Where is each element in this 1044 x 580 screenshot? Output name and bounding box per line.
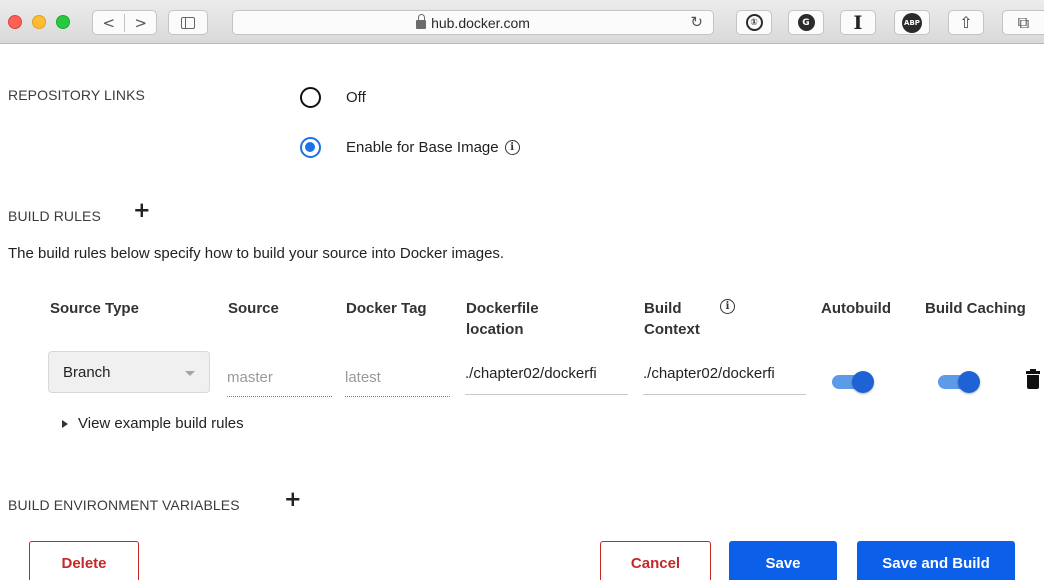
sidebar-icon [181,16,195,29]
source-input[interactable]: master [227,363,332,397]
zoom-window-button[interactable] [56,15,70,29]
source-type-value: Branch [63,364,111,381]
cancel-button[interactable]: Cancel [600,541,711,580]
column-header-build-context: Build Context [644,300,700,338]
instapaper-extension-button[interactable]: I [840,10,876,35]
lock-icon [416,13,427,29]
view-example-build-rules-label: View example build rules [78,415,244,432]
column-header-docker-tag: Docker Tag [346,300,427,317]
adblock-plus-icon: ABP [902,12,922,33]
adblock-plus-extension-button[interactable]: ABP [894,10,930,35]
column-header-dockerfile-location: Dockerfile location [466,300,539,338]
close-window-button[interactable] [8,15,22,29]
view-example-build-rules-toggle[interactable]: View example build rules [62,415,244,432]
radio-option-off[interactable]: Off [300,87,366,108]
enable-base-image-radio-label: Enable for Base Image [346,139,499,156]
column-header-source: Source [228,300,279,317]
address-bar[interactable]: hub.docker.com ↻ [232,10,714,35]
build-rules-description: The build rules below specify how to bui… [8,245,505,262]
url-text: hub.docker.com [431,14,530,31]
tabs-icon: ⧉ [1017,12,1030,32]
trash-can [1027,375,1039,389]
repository-links-label: REPOSITORY LINKS [8,87,145,103]
show-tabs-button[interactable]: ⧉ [1002,10,1044,35]
add-env-variable-icon[interactable]: + [284,487,302,511]
save-and-build-button[interactable]: Save and Build [857,541,1015,580]
trash-lid [1026,369,1040,374]
grammarly-extension-button[interactable]: G [788,10,824,35]
share-icon: ⇧ [959,13,973,32]
disclosure-triangle-icon [62,419,68,428]
build-context-info-icon[interactable]: i [720,299,735,314]
instapaper-icon: I [853,11,863,34]
trash-icon[interactable] [1026,369,1040,390]
column-header-autobuild: Autobuild [821,300,891,317]
minimize-window-button[interactable] [32,15,46,29]
column-header-build-caching: Build Caching [925,300,1026,317]
dockerfile-location-input[interactable]: ./chapter02/dockerfi [465,361,628,395]
enable-base-image-radio-button[interactable] [300,137,321,158]
off-radio-button[interactable] [300,87,321,108]
grammarly-icon: G [797,14,815,31]
build-caching-toggle-knob [958,371,980,393]
forward-icon[interactable]: > [124,13,156,32]
build-env-variables-label: BUILD ENVIRONMENT VARIABLES [8,497,240,513]
delete-button[interactable]: Delete [29,541,139,580]
navigation-buttons: < > [92,10,157,35]
source-type-select[interactable]: Branch [48,351,210,393]
add-build-rule-icon[interactable]: + [133,198,151,222]
autobuild-toggle-knob [852,371,874,393]
build-rules-label: BUILD RULES [8,208,101,224]
column-header-source-type: Source Type [50,300,139,317]
build-caching-toggle[interactable] [938,371,982,393]
radio-option-enable-base-image[interactable]: Enable for Base Image i [300,137,520,158]
build-context-input[interactable]: ./chapter02/dockerfi [643,361,806,395]
sidebar-toggle-button[interactable] [168,10,208,35]
chevron-down-icon [185,371,195,376]
reload-icon[interactable]: ↻ [690,13,703,31]
save-button[interactable]: Save [729,541,837,580]
back-icon[interactable]: < [93,14,124,32]
docker-tag-input[interactable]: latest [345,363,450,397]
autobuild-toggle[interactable] [832,371,876,393]
info-icon[interactable]: i [504,140,520,155]
browser-toolbar: < > hub.docker.com ↻ ① G I ABP ⇧ ⧉ [0,0,1044,44]
share-button[interactable]: ⇧ [948,10,984,35]
off-radio-label: Off [346,89,366,106]
onepassword-extension-button[interactable]: ① [736,10,772,35]
onepassword-icon: ① [745,14,763,31]
